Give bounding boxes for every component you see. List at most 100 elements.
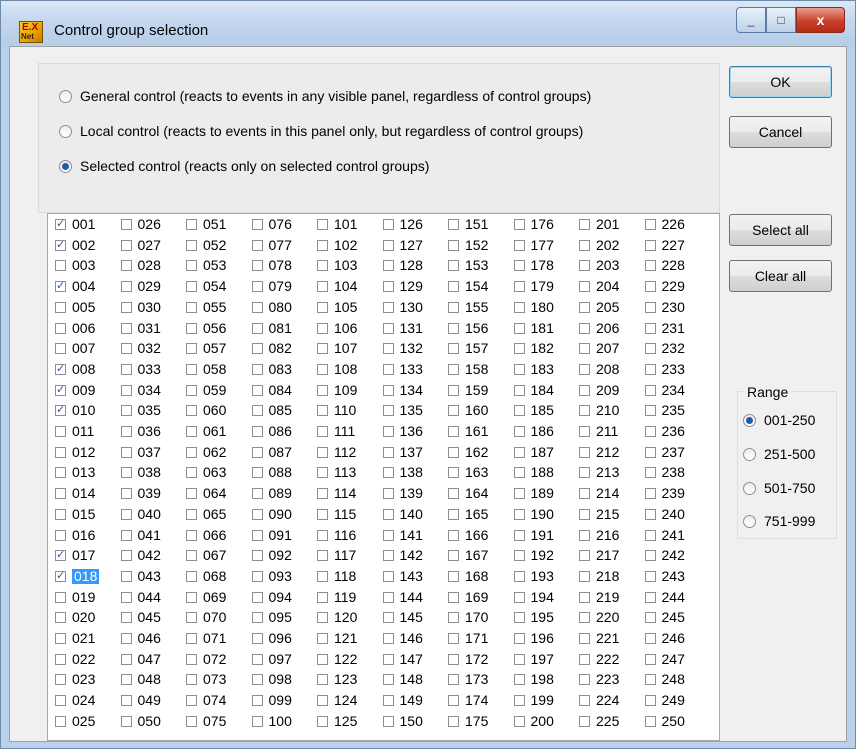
checkbox-indicator[interactable] [382,405,394,417]
group-checkbox-175[interactable]: 175 [448,713,488,729]
checkbox-indicator[interactable] [513,591,525,603]
checkbox-indicator[interactable] [579,550,590,562]
checkbox-indicator[interactable] [55,548,66,563]
checkbox-indicator[interactable] [251,363,263,375]
checkbox-indicator[interactable] [186,488,197,500]
checkbox-indicator[interactable] [513,488,525,500]
group-checkbox-033[interactable]: 033 [120,361,161,377]
group-checkbox-107[interactable]: 107 [317,341,357,356]
checkbox-indicator[interactable] [251,488,263,500]
group-checkbox-140[interactable]: 140 [382,506,423,522]
checkbox-indicator[interactable] [579,239,590,251]
checkbox-indicator[interactable] [644,219,656,230]
group-checkbox-089[interactable]: 089 [251,486,292,501]
checkbox-indicator[interactable] [382,550,394,562]
group-checkbox-061[interactable]: 061 [186,424,226,439]
checkbox-indicator[interactable] [251,405,263,417]
group-checkbox-127[interactable]: 127 [382,237,423,253]
checkbox-indicator[interactable] [55,488,66,500]
checkbox-indicator[interactable] [382,363,394,375]
checkbox-indicator[interactable] [55,260,66,272]
checkbox-indicator[interactable] [644,260,656,272]
checkbox-indicator[interactable] [317,529,328,541]
group-checkbox-191[interactable]: 191 [513,527,554,543]
checkbox-indicator[interactable] [55,343,66,355]
checkbox-indicator[interactable] [251,550,263,562]
group-checkbox-037[interactable]: 037 [120,444,161,460]
group-checkbox-114[interactable]: 114 [317,486,356,501]
group-checkbox-077[interactable]: 077 [251,237,292,253]
group-checkbox-065[interactable]: 065 [186,506,226,522]
checkbox-indicator[interactable] [317,653,328,665]
group-checkbox-079[interactable]: 079 [251,279,292,294]
group-checkbox-048[interactable]: 048 [120,672,161,687]
group-checkbox-219[interactable]: 219 [579,589,619,605]
checkbox-indicator[interactable] [513,363,525,375]
checkbox-indicator[interactable] [644,343,656,355]
group-checkbox-054[interactable]: 054 [186,279,226,294]
checkbox-indicator[interactable] [251,570,263,582]
group-checkbox-117[interactable]: 117 [317,548,356,563]
checkbox-indicator[interactable] [251,695,263,707]
checkbox-indicator[interactable] [186,715,197,727]
checkbox-indicator[interactable] [644,570,656,582]
group-checkbox-043[interactable]: 043 [120,568,161,584]
checkbox-indicator[interactable] [55,322,66,334]
checkbox-indicator[interactable] [513,446,525,458]
checkbox-indicator[interactable] [120,488,132,500]
group-checkbox-078[interactable]: 078 [251,258,292,273]
checkbox-indicator[interactable] [448,715,459,727]
group-checkbox-212[interactable]: 212 [579,444,619,460]
group-checkbox-129[interactable]: 129 [382,279,423,294]
group-checkbox-228[interactable]: 228 [644,258,685,273]
group-checkbox-067[interactable]: 067 [186,548,226,563]
checkbox-indicator[interactable] [55,633,66,644]
group-checkbox-016[interactable]: 016 [55,527,95,543]
checkbox-indicator[interactable] [448,633,459,644]
checkbox-indicator[interactable] [644,301,656,313]
checkbox-indicator[interactable] [513,653,525,665]
checkbox-indicator[interactable] [513,301,525,313]
checkbox-indicator[interactable] [644,633,656,644]
checkbox-indicator[interactable] [579,529,590,541]
group-checkbox-023[interactable]: 023 [55,672,95,687]
group-checkbox-112[interactable]: 112 [317,444,356,460]
checkbox-indicator[interactable] [251,219,263,230]
checkbox-indicator[interactable] [644,715,656,727]
checkbox-indicator[interactable] [251,529,263,541]
group-checkbox-161[interactable]: 161 [448,424,488,439]
checkbox-indicator[interactable] [382,467,394,479]
close-button[interactable]: x [796,7,845,33]
group-checkbox-156[interactable]: 156 [448,320,488,336]
checkbox-indicator[interactable] [382,384,394,396]
group-checkbox-022[interactable]: 022 [55,651,95,667]
checkbox-indicator[interactable] [186,322,197,334]
checkbox-indicator[interactable] [448,467,459,479]
checkbox-indicator[interactable] [55,426,66,437]
checkbox-indicator[interactable] [644,239,656,251]
checkbox-indicator[interactable] [120,550,132,562]
checkbox-indicator[interactable] [513,715,525,727]
group-checkbox-234[interactable]: 234 [644,382,685,398]
group-checkbox-102[interactable]: 102 [317,237,357,253]
group-checkbox-071[interactable]: 071 [186,631,226,646]
group-checkbox-207[interactable]: 207 [579,341,619,356]
group-checkbox-012[interactable]: 012 [55,444,95,460]
checkbox-indicator[interactable] [317,384,328,396]
checkbox-indicator[interactable] [644,612,656,624]
checkbox-indicator[interactable] [448,488,459,500]
checkbox-indicator[interactable] [644,550,656,562]
group-checkbox-173[interactable]: 173 [448,672,488,687]
checkbox-indicator[interactable] [120,633,132,644]
checkbox-indicator[interactable] [579,343,590,355]
checkbox-indicator[interactable] [579,674,590,686]
group-checkbox-243[interactable]: 243 [644,568,685,584]
range-radio-indicator[interactable] [743,413,756,427]
group-checkbox-139[interactable]: 139 [382,486,423,501]
checkbox-indicator[interactable] [382,281,394,293]
checkbox-indicator[interactable] [120,612,132,624]
checkbox-indicator[interactable] [448,570,459,582]
group-checkbox-229[interactable]: 229 [644,279,685,294]
group-checkbox-222[interactable]: 222 [579,651,619,667]
checkbox-indicator[interactable] [644,384,656,396]
